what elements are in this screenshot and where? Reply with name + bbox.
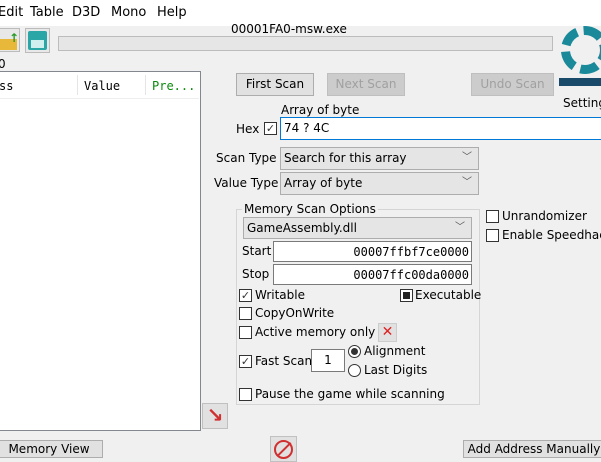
start-label: Start [242, 244, 272, 258]
value-type-select[interactable]: Array of byte ﹀ [280, 172, 479, 195]
copy-on-write-label: CopyOnWrite [255, 306, 335, 320]
save-button[interactable] [25, 28, 50, 53]
last-digits-radio[interactable] [348, 364, 361, 377]
column-address[interactable]: ss [0, 79, 13, 93]
start-address-input[interactable]: 00007ffbf7ce0000 [273, 241, 472, 262]
stop-icon[interactable] [270, 436, 297, 462]
unrandomizer-label: Unrandomizer [502, 209, 587, 223]
menu-edit[interactable]: Edit [0, 5, 23, 20]
next-scan-button[interactable]: Next Scan [327, 73, 405, 96]
menu-mono[interactable]: Mono [111, 5, 146, 20]
active-memory-label: Active memory only [255, 325, 376, 339]
alignment-label: Alignment [364, 344, 426, 358]
list-header: ss Value Pre... [0, 72, 199, 99]
fast-scan-label: Fast Scan [255, 354, 313, 368]
undo-scan-button[interactable]: Undo Scan [471, 73, 554, 96]
unrandomizer-checkbox[interactable] [486, 210, 499, 223]
fast-scan-value-input[interactable]: 1 [311, 349, 345, 372]
copy-on-write-checkbox[interactable] [239, 307, 252, 320]
menu-d3d[interactable]: D3D [72, 5, 100, 20]
active-memory-checkbox[interactable] [239, 326, 252, 339]
fast-scan-checkbox[interactable]: ✓ [239, 355, 252, 368]
process-title: 00001FA0-msw.exe [231, 22, 347, 36]
value-type-value: Array of byte [284, 176, 363, 190]
floppy-icon [28, 31, 47, 50]
scan-type-label: Scan Type [216, 151, 277, 165]
executable-label: Executable [415, 288, 482, 302]
chevron-down-icon: ﹀ [462, 177, 472, 188]
found-address-list[interactable]: ss Value Pre... [0, 71, 201, 431]
stop-address-input[interactable]: 00007ffc00da0000 [273, 264, 472, 285]
menu-help[interactable]: Help [157, 5, 187, 20]
alignment-radio[interactable] [348, 345, 361, 358]
hex-checkbox[interactable]: ✓ [264, 122, 277, 135]
writable-label: Writable [255, 288, 305, 302]
open-file-button[interactable]: ↑ [0, 28, 20, 52]
value-type-label: Value Type [214, 176, 279, 190]
settings-label[interactable]: Settings [563, 96, 601, 110]
last-digits-label: Last Digits [364, 363, 428, 377]
value-label: Array of byte [281, 103, 360, 117]
writable-checkbox[interactable]: ✓ [239, 289, 252, 302]
found-count: 0 [0, 57, 6, 71]
arrow-down-right-icon[interactable]: ↘ [202, 403, 228, 429]
stop-label: Stop [242, 267, 270, 281]
scan-value-input[interactable]: 74 ? 4C [280, 117, 601, 140]
module-select[interactable]: GameAssembly.dll ﹀ [243, 217, 472, 239]
memory-view-button[interactable]: Memory View [0, 440, 103, 458]
menu-table[interactable]: Table [30, 5, 64, 20]
chevron-down-icon: ﹀ [455, 222, 465, 233]
pause-game-label: Pause the game while scanning [255, 387, 445, 401]
chevron-down-icon: ﹀ [462, 152, 472, 163]
scan-type-value: Search for this array [284, 151, 407, 165]
memory-scan-options-legend: Memory Scan Options [242, 202, 378, 216]
cheat-engine-logo[interactable] [557, 22, 601, 92]
module-value: GameAssembly.dll [247, 221, 357, 235]
first-scan-button[interactable]: First Scan [236, 73, 314, 96]
speedhack-checkbox[interactable] [486, 229, 499, 242]
add-address-manually-button[interactable]: Add Address Manually [463, 440, 601, 458]
executable-checkbox[interactable] [400, 289, 413, 302]
scan-type-select[interactable]: Search for this array ﹀ [280, 147, 479, 170]
close-icon[interactable]: ✕ [378, 323, 397, 342]
column-previous[interactable]: Pre... [152, 79, 195, 93]
hex-label: Hex [236, 122, 260, 136]
speedhack-label: Enable Speedhack [502, 228, 601, 242]
column-value[interactable]: Value [84, 79, 120, 93]
pause-game-checkbox[interactable] [239, 388, 252, 401]
scan-progress-bar [58, 36, 553, 51]
